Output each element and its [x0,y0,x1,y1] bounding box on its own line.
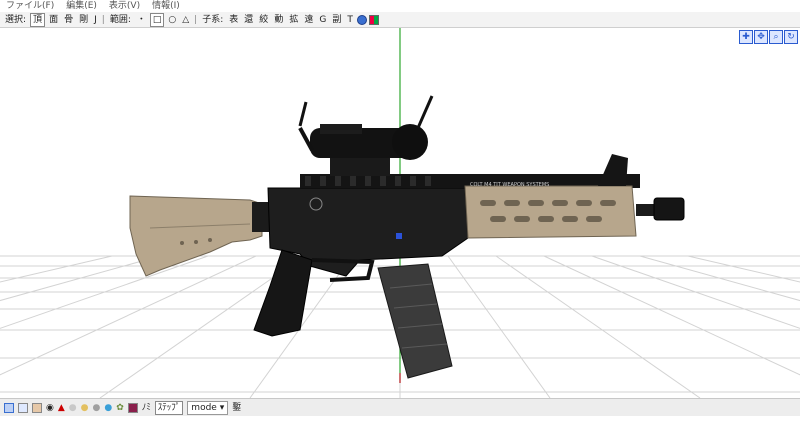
menu-info[interactable]: 情報(I) [146,0,186,12]
mode-select[interactable]: mode ▾ [187,400,229,415]
range-circle-button[interactable]: ○ [166,14,178,26]
select-vertex-button[interactable]: 頂 [30,12,46,27]
view-controls: ✚ ✥ ⌕ ↻ [739,30,798,44]
grid-toggle-icon[interactable] [368,14,379,25]
parent-item-5[interactable]: 拡 [287,14,300,26]
parent-item-6[interactable]: 遠 [302,14,315,26]
toolbar-separator: | [101,14,105,25]
triangle-red-icon[interactable]: ▲ [58,402,65,414]
select-rigid-button[interactable]: 剛 [77,14,90,26]
pan-icon[interactable]: ✥ [754,30,768,44]
parent-label: 子系: [202,14,224,25]
end-label[interactable]: 鏨 [232,402,241,414]
bone-icon[interactable]: ● [81,402,89,414]
parent-item-8[interactable]: 副 [330,14,343,26]
morph-icon[interactable]: ● [93,402,101,414]
range-point-button[interactable]: ・ [135,14,148,26]
rifle-model[interactable]: COLT M4 TIT WEAPON SYSTEMS [129,95,685,379]
select-bone-button[interactable]: 骨 [62,14,75,26]
toolbar-separator: | [194,14,198,25]
globe-icon[interactable] [356,14,367,25]
parent-item-3[interactable]: 絞 [257,14,270,26]
joint-icon[interactable]: ✿ [116,402,124,414]
select-joint-button[interactable]: J [92,14,99,26]
rigid-icon[interactable]: ● [104,402,112,414]
menu-view[interactable]: 表示(V) [103,0,146,12]
color-swatch-icon[interactable] [127,402,138,413]
axis-move-icon[interactable]: ✚ [739,30,753,44]
window-bottom-edge [0,416,800,428]
mode-select-value: mode [191,402,217,413]
range-label: 範囲: [109,14,131,25]
status-bar: ◉ ▲ ● ● ● ● ✿ ﾉﾐ ｽﾃｯﾌﾟ mode ▾ 鏨 [0,398,800,416]
range-triangle-button[interactable]: △ [180,14,191,26]
eye-icon[interactable]: ◉ [46,402,54,414]
scene-svg: COLT M4 TIT WEAPON SYSTEMS [0,28,800,398]
3d-viewport[interactable]: COLT M4 TIT WEAPON SYSTEMS [0,28,800,398]
no-label: ﾉﾐ [141,402,151,413]
menu-edit[interactable]: 編集(E) [60,0,103,12]
menu-bar: ファイル(F) 編集(E) 表示(V) 情報(I) [0,0,800,12]
parent-item-4[interactable]: 動 [272,14,285,26]
material-toggle-icon[interactable] [32,402,42,413]
selected-vertex-marker [396,233,402,239]
parent-item-2[interactable]: 還 [242,14,255,26]
select-face-button[interactable]: 面 [47,14,60,26]
zoom-icon[interactable]: ⌕ [769,30,783,44]
main-toolbar: 選択: 頂 面 骨 剛 J | 範囲: ・ □ ○ △ | 子系: 表 還 絞 … [0,12,800,28]
range-rect-button[interactable]: □ [149,12,165,27]
weight-icon[interactable]: ● [69,402,77,414]
parent-item-7[interactable]: G [317,14,328,26]
rail-marking: COLT M4 TIT WEAPON SYSTEMS [470,182,549,188]
parent-item-1[interactable]: 表 [227,14,240,26]
vertex-view-toggle-icon[interactable] [4,402,14,413]
step-button[interactable]: ｽﾃｯﾌﾟ [154,400,184,415]
light-toggle-icon[interactable] [18,402,28,413]
menu-file[interactable]: ファイル(F) [0,0,60,12]
parent-item-9[interactable]: T [345,14,355,26]
select-label: 選択: [5,14,27,25]
rotate-icon[interactable]: ↻ [784,30,798,44]
